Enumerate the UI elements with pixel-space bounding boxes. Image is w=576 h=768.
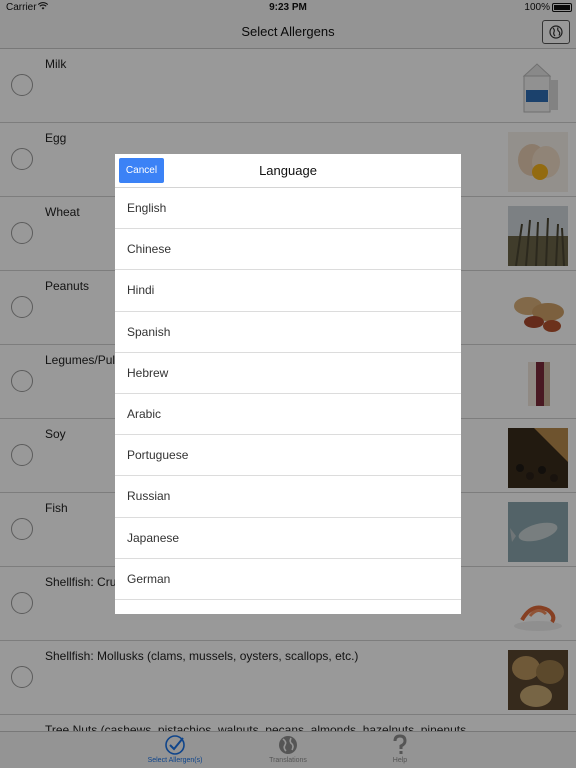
language-option-portuguese[interactable]: Portuguese (115, 435, 461, 477)
language-option-japanese[interactable]: Japanese (115, 518, 461, 559)
language-option-russian[interactable]: Russian (115, 476, 461, 518)
language-option-hindi[interactable]: Hindi (115, 270, 461, 312)
language-picker-modal: Cancel Language English Chinese Hindi Sp… (115, 154, 461, 614)
language-option-english[interactable]: English (115, 188, 461, 230)
language-option-arabic[interactable]: Arabic (115, 394, 461, 436)
language-option-spanish[interactable]: Spanish (115, 312, 461, 353)
language-list: English Chinese Hindi Spanish Hebrew Ara… (115, 188, 461, 600)
language-option-hebrew[interactable]: Hebrew (115, 353, 461, 394)
modal-header: Cancel Language (115, 154, 461, 188)
language-option-german[interactable]: German (115, 559, 461, 600)
modal-title: Language (259, 163, 317, 178)
language-option-chinese[interactable]: Chinese (115, 229, 461, 271)
